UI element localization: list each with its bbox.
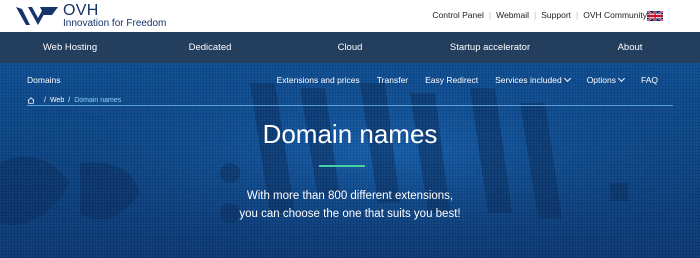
breadcrumb-separator: / [44, 97, 46, 104]
domains-sub-nav: Domains Extensions and prices Transfer E… [0, 63, 700, 97]
home-icon[interactable] [27, 97, 35, 104]
top-header: OVH Innovation for Freedom Control Panel… [0, 0, 700, 32]
sub-nav-extensions-prices[interactable]: Extensions and prices [277, 75, 360, 85]
sub-nav-faq[interactable]: FAQ [641, 75, 658, 85]
logo-tagline: Innovation for Freedom [63, 18, 167, 29]
control-panel-link[interactable]: Control Panel [427, 10, 489, 20]
nav-startup-accelerator[interactable]: Startup accelerator [420, 32, 560, 63]
sub-nav-options-label: Options [586, 75, 616, 85]
chevron-down-icon [617, 74, 626, 83]
sub-nav-services-included-label: Services included [495, 75, 562, 85]
title-underline [319, 165, 365, 167]
sub-nav-title[interactable]: Domains [27, 75, 61, 85]
sub-nav-services-included[interactable]: Services included [495, 74, 571, 85]
sub-nav-links: Extensions and prices Transfer Easy Redi… [260, 74, 658, 85]
breadcrumb-separator: / [68, 97, 71, 104]
page-title: Domain names [262, 119, 438, 149]
ovh-logo-icon [16, 7, 58, 25]
sub-nav-easy-redirect[interactable]: Easy Redirect [425, 75, 478, 85]
breadcrumb-divider [27, 105, 673, 106]
nav-dedicated[interactable]: Dedicated [140, 32, 280, 63]
uk-flag-icon[interactable] [647, 11, 663, 21]
sub-nav-transfer[interactable]: Transfer [377, 75, 408, 85]
hero-description-line-1: With more than 800 different extensions, [246, 190, 454, 202]
hero-banner: Domains Extensions and prices Transfer E… [0, 63, 700, 258]
hero-description-line-2: you can choose the one that suits you be… [239, 208, 461, 220]
breadcrumb: / Web / Domain names [27, 97, 121, 104]
webmail-link[interactable]: Webmail [491, 10, 534, 20]
main-nav: Web Hosting Dedicated Cloud Startup acce… [0, 32, 700, 63]
support-link[interactable]: Support [536, 10, 576, 20]
logo-title: OVH [63, 2, 99, 19]
breadcrumb-current: Domain names [74, 97, 122, 104]
breadcrumb-web[interactable]: Web [50, 97, 64, 104]
nav-about[interactable]: About [560, 32, 700, 63]
sub-nav-options[interactable]: Options [586, 74, 626, 85]
chevron-down-icon [563, 74, 571, 83]
hero-description: With more than 800 different extensions,… [0, 187, 700, 223]
nav-web-hosting[interactable]: Web Hosting [0, 32, 140, 63]
top-links: Control Panel | Webmail | Support | OVH … [427, 10, 652, 20]
ovh-community-link[interactable]: OVH Community [578, 10, 652, 20]
nav-cloud[interactable]: Cloud [280, 32, 420, 63]
